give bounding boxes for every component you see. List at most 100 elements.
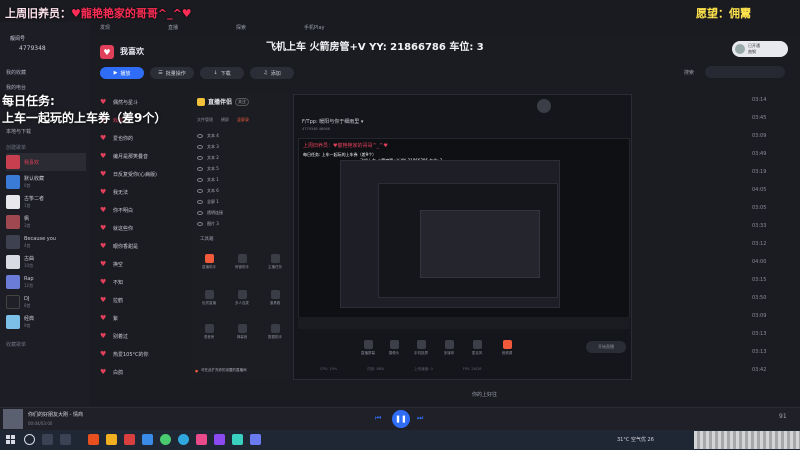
heart-icon[interactable]: ♥ bbox=[100, 260, 108, 268]
eye-icon[interactable] bbox=[197, 188, 203, 193]
song-row[interactable]: ♥ 编月是那笑叠音 bbox=[100, 146, 190, 166]
song-row[interactable]: ♥ 爱也你的 bbox=[100, 128, 190, 148]
eye-icon[interactable] bbox=[197, 199, 203, 204]
tab-landscape[interactable]: 横屏 bbox=[221, 117, 229, 123]
playlist-item[interactable]: 默认收藏 0首 bbox=[6, 173, 86, 191]
source-item[interactable]: 文本 5 bbox=[197, 164, 287, 173]
source-item[interactable]: 文本 2 bbox=[197, 153, 287, 162]
control-audio[interactable]: 音频源 bbox=[494, 340, 520, 356]
start-live-button[interactable]: 开始直播 bbox=[586, 341, 626, 353]
previous-track-icon[interactable]: ⏮ bbox=[375, 414, 381, 423]
song-row[interactable]: ♥ 我无法 bbox=[100, 182, 190, 202]
taskbar-app-icon[interactable] bbox=[214, 434, 225, 445]
avatar[interactable] bbox=[537, 99, 551, 113]
stream-title[interactable]: F/Tpp: 暖阳与你于细雨里 ▾ bbox=[302, 118, 363, 125]
source-item[interactable]: 文本 1 bbox=[197, 175, 287, 184]
system-tray[interactable] bbox=[694, 431, 800, 449]
tool-danmaku-sound[interactable]: 弹幕音 bbox=[229, 324, 255, 348]
source-item[interactable]: 文本 4 bbox=[197, 131, 287, 140]
heart-icon[interactable]: ♥ bbox=[100, 296, 108, 304]
source-item[interactable]: 文本 6 bbox=[197, 186, 287, 195]
eye-icon[interactable] bbox=[197, 155, 203, 160]
song-row[interactable]: ♥ 你不明白 bbox=[100, 200, 190, 220]
now-playing-cover[interactable] bbox=[3, 409, 23, 429]
control-media[interactable]: 多媒体 bbox=[436, 340, 462, 356]
volume-level[interactable]: 91 bbox=[779, 413, 787, 420]
heart-icon[interactable]: ♥ bbox=[100, 134, 108, 142]
taskbar-app-icon[interactable] bbox=[196, 434, 207, 445]
taskbar-app-icon[interactable] bbox=[88, 434, 99, 445]
heart-icon[interactable]: ♥ bbox=[100, 98, 108, 106]
heart-icon[interactable]: ♥ bbox=[100, 368, 108, 376]
heart-icon[interactable]: ♥ bbox=[100, 278, 108, 286]
playlist-item[interactable]: Rap 12首 bbox=[6, 273, 86, 291]
song-row[interactable]: ♥ 白鸽 bbox=[100, 362, 190, 382]
download-button[interactable]: ↓ 下载 bbox=[200, 67, 244, 79]
song-row[interactable]: ♥ 拉鹤 bbox=[100, 290, 190, 310]
heart-icon[interactable]: ♥ bbox=[100, 224, 108, 232]
control-camera[interactable]: 摄像头 bbox=[381, 340, 407, 356]
song-row[interactable]: ♥ 紫 bbox=[100, 308, 190, 328]
nav-discover[interactable]: 发现 bbox=[100, 24, 110, 31]
playlist-item[interactable]: DJ 8首 bbox=[6, 293, 86, 311]
playlist-item[interactable]: 古曲 10首 bbox=[6, 253, 86, 271]
tool-host-task[interactable]: 主播任务 bbox=[262, 254, 288, 278]
taskbar-app-icon[interactable] bbox=[178, 434, 189, 445]
tool-data-assistant[interactable]: 数据助手 bbox=[262, 324, 288, 348]
taskbar-app-icon[interactable] bbox=[232, 434, 243, 445]
pause-button[interactable]: ❚❚ bbox=[392, 410, 410, 428]
song-row[interactable]: ♥ 别着过 bbox=[100, 326, 190, 346]
browser-icon[interactable] bbox=[160, 434, 171, 445]
control-screen[interactable]: 直播屏幕 bbox=[355, 340, 381, 356]
play-all-button[interactable]: ▶ 播放 bbox=[100, 67, 144, 79]
song-row[interactable]: ♥ 热爱105°C的你 bbox=[100, 344, 190, 364]
taskbar-app-icon[interactable] bbox=[250, 434, 261, 445]
batch-button[interactable]: ☰ 批量操作 bbox=[150, 67, 194, 79]
source-item[interactable]: 透明连接 bbox=[197, 208, 287, 217]
now-playing-title[interactable]: 你们的好朋友大刚 - 情商 bbox=[28, 411, 83, 418]
tool-room-admin[interactable]: 房管助手 bbox=[229, 254, 255, 278]
nav-explore[interactable]: 探索 bbox=[236, 24, 246, 31]
eye-icon[interactable] bbox=[197, 166, 203, 171]
taskbar-app-icon[interactable] bbox=[60, 434, 71, 445]
heart-icon[interactable]: ♥ bbox=[100, 314, 108, 322]
sidebar-item-favorites[interactable]: 我的收藏 bbox=[6, 69, 26, 76]
tab-files[interactable]: 文件管理 bbox=[197, 117, 213, 123]
eye-icon[interactable] bbox=[197, 210, 203, 215]
folder-icon[interactable] bbox=[106, 434, 117, 445]
playlist-item[interactable]: 枫 3首 bbox=[6, 213, 86, 231]
stream-notice[interactable]: ● 可在此扩充你的设置的直播间 bbox=[195, 366, 293, 375]
source-item[interactable]: 文本 3 bbox=[197, 142, 287, 151]
taskbar-app-icon[interactable] bbox=[142, 434, 153, 445]
heart-icon[interactable]: ♥ bbox=[100, 170, 108, 178]
next-track-icon[interactable]: ⏭ bbox=[417, 414, 423, 423]
playlist-item[interactable]: Because you 4首 bbox=[6, 233, 86, 251]
control-mic[interactable]: 麦克风 bbox=[464, 340, 490, 356]
heart-icon[interactable]: ♥ bbox=[100, 188, 108, 196]
heart-icon[interactable]: ♥ bbox=[100, 242, 108, 250]
tab-portrait[interactable]: 竖屏录 bbox=[237, 117, 249, 123]
search-icon[interactable] bbox=[24, 434, 35, 445]
windows-start-icon[interactable] bbox=[6, 435, 15, 444]
eye-icon[interactable] bbox=[197, 221, 203, 226]
heart-icon[interactable]: ♥ bbox=[100, 206, 108, 214]
tool-live-assistant[interactable]: 直播助手 bbox=[196, 254, 222, 278]
weather-widget[interactable]: 31°C 空气优 26 bbox=[617, 436, 654, 443]
song-row[interactable]: ♥ 就这些你 bbox=[100, 218, 190, 238]
task-view-icon[interactable] bbox=[42, 434, 53, 445]
tool-quality-live[interactable]: 优质直播 bbox=[196, 290, 222, 314]
heart-icon[interactable]: ♥ bbox=[100, 350, 108, 358]
playlist-item[interactable]: 我喜欢 bbox=[6, 153, 86, 171]
song-row[interactable]: ♥ 眼你香甜是 bbox=[100, 236, 190, 256]
tool-multi-mic[interactable]: 多人连麦 bbox=[229, 290, 255, 314]
song-row[interactable]: ♥ 不知 bbox=[100, 272, 190, 292]
heart-icon[interactable]: ♥ bbox=[100, 332, 108, 340]
song-row[interactable]: ♥ 日反复受你(心病版) bbox=[100, 164, 190, 184]
search-input[interactable] bbox=[705, 66, 785, 78]
heart-icon[interactable]: ♥ bbox=[100, 152, 108, 160]
nav-live[interactable]: 直播 bbox=[168, 24, 178, 31]
sidebar-item-radio[interactable]: 我的电台 bbox=[6, 84, 26, 91]
source-item[interactable]: 图片 3 bbox=[197, 219, 287, 228]
control-phone-cast[interactable]: 手机投屏 bbox=[408, 340, 434, 356]
song-row[interactable]: ♥ 换空 bbox=[100, 254, 190, 274]
